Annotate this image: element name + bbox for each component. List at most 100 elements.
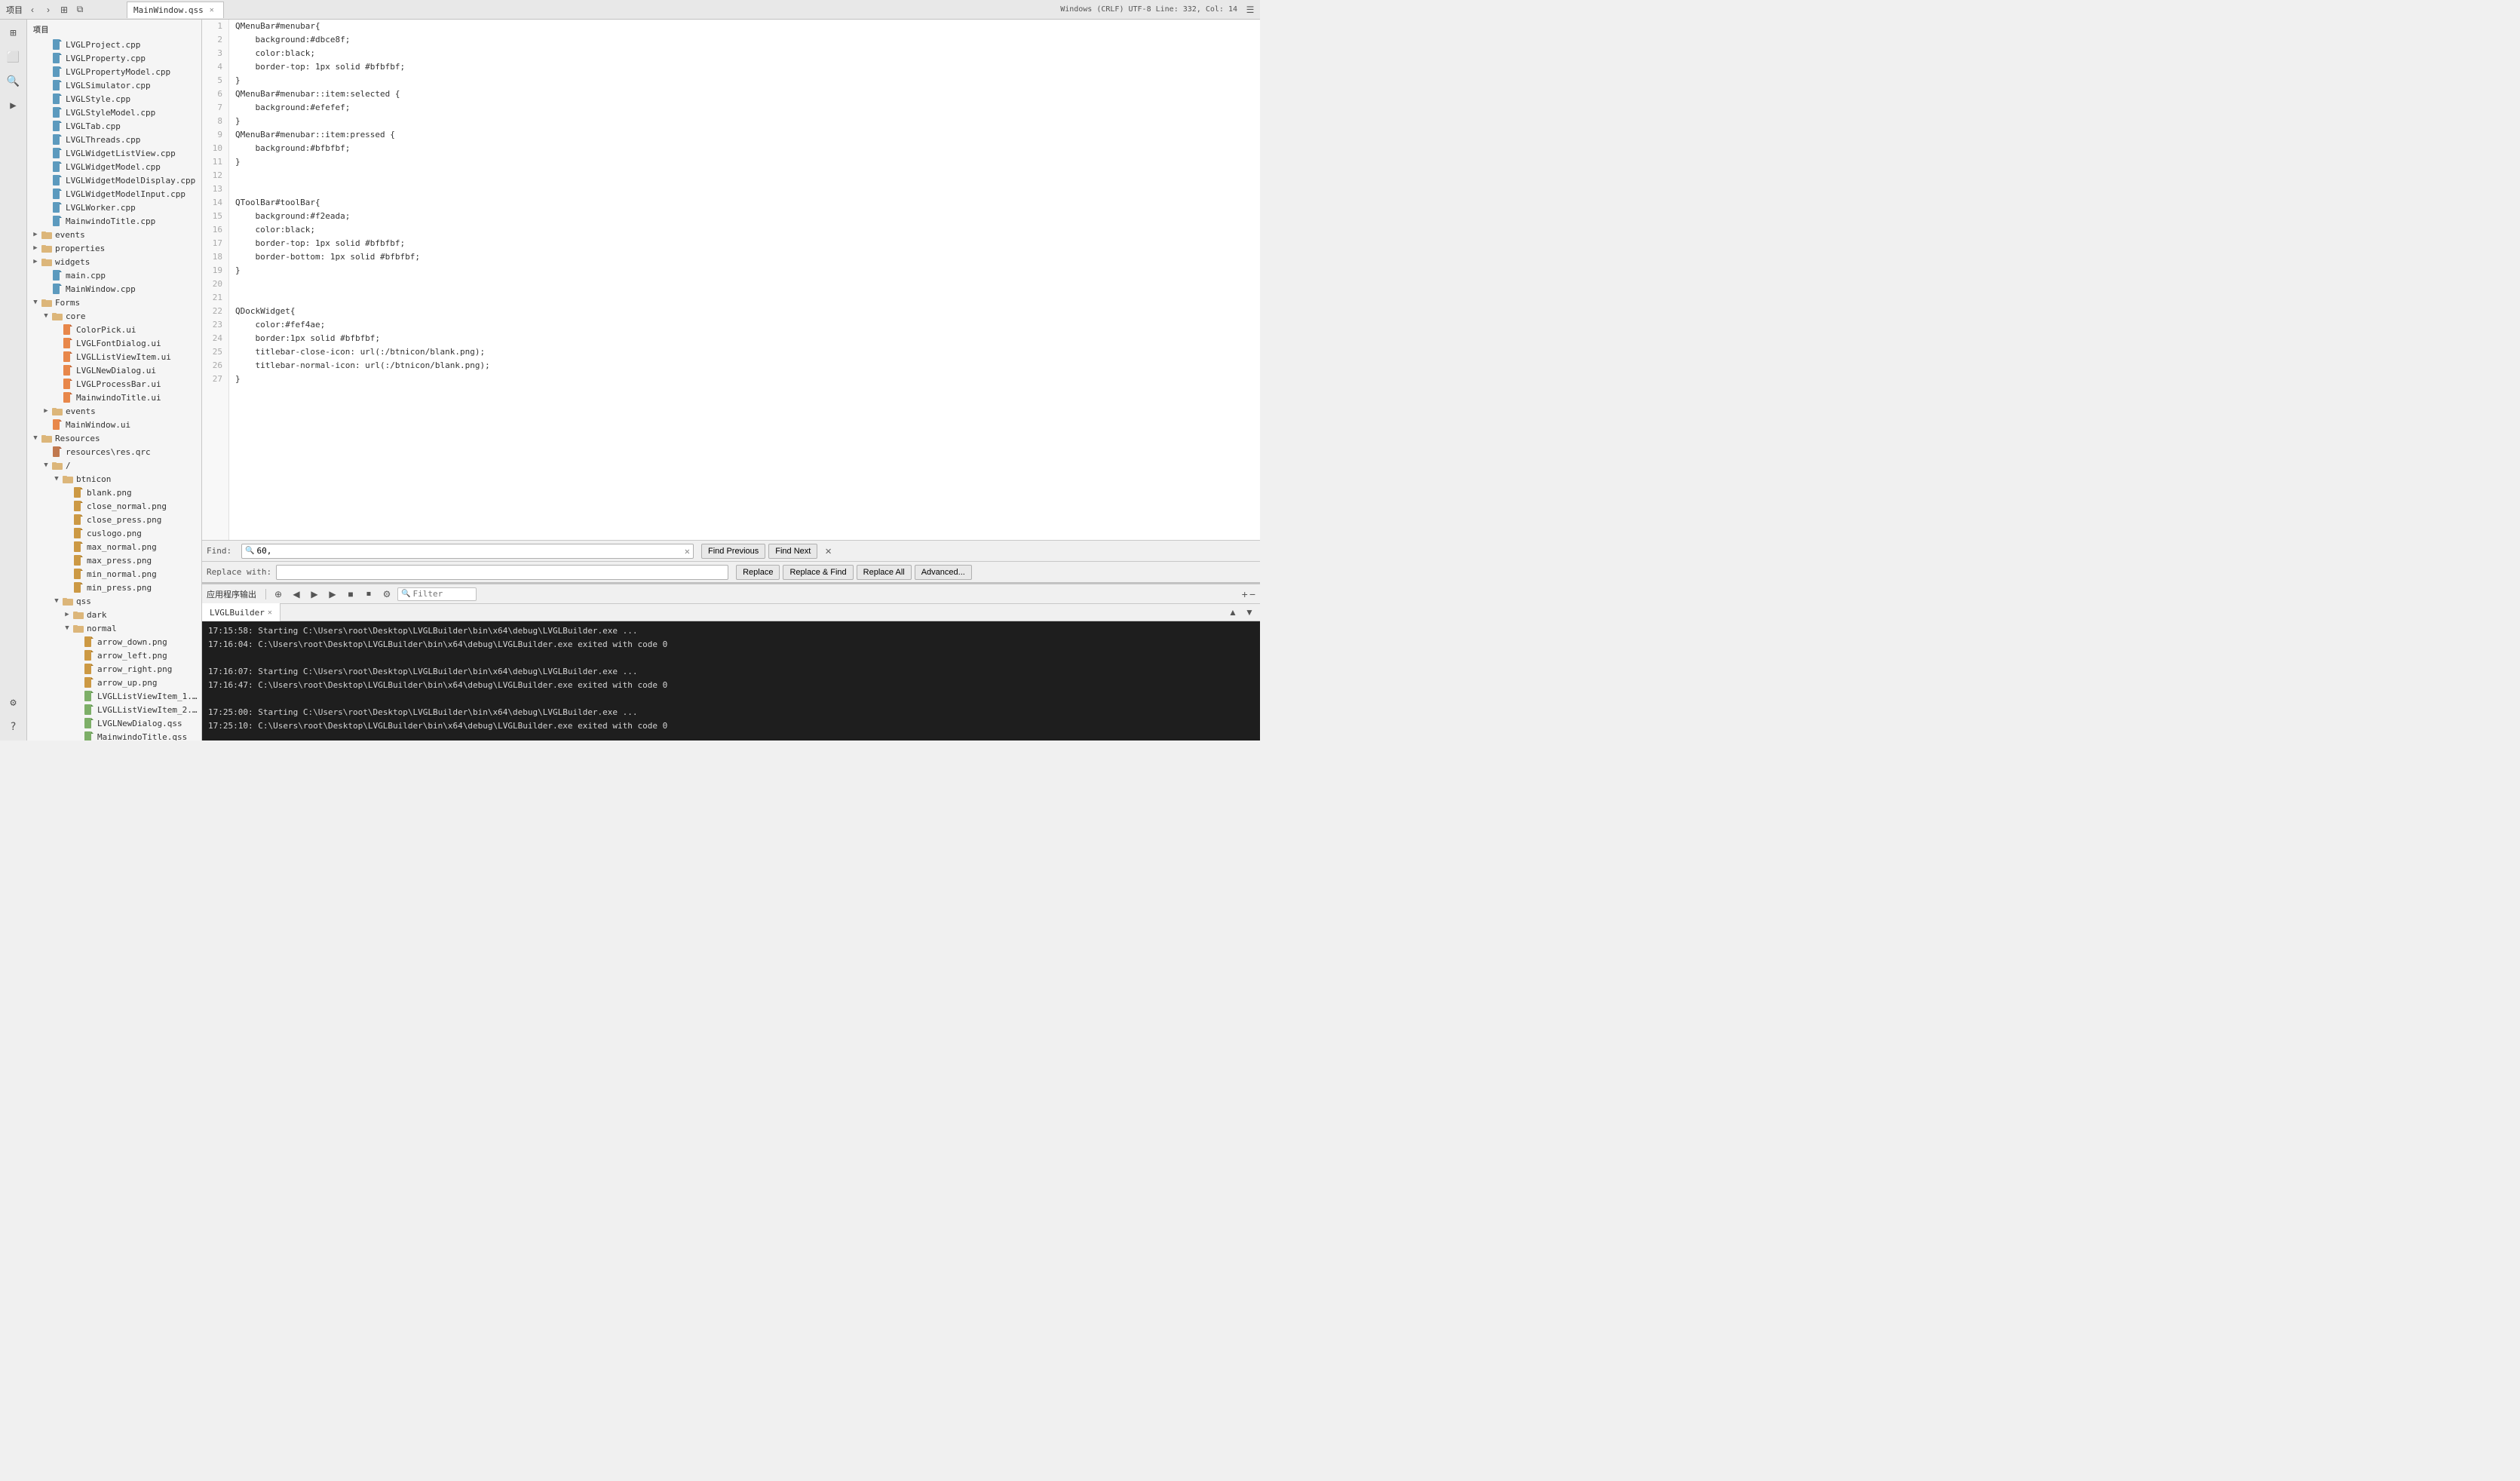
tree-item[interactable]: arrow_down.png xyxy=(27,635,201,649)
file-cpp-icon xyxy=(51,283,63,295)
tree-item[interactable]: LVGLWorker.cpp xyxy=(27,201,201,214)
stop2-btn[interactable]: ⏹ xyxy=(361,587,376,601)
activity-icon-search[interactable]: 🔍 xyxy=(3,71,24,92)
tree-item[interactable]: LVGLWidgetListView.cpp xyxy=(27,146,201,160)
tree-item[interactable]: arrow_left.png xyxy=(27,649,201,662)
tree-item[interactable]: LVGLPropertyModel.cpp xyxy=(27,65,201,78)
activity-icon-help[interactable]: ? xyxy=(3,716,24,737)
tree-item[interactable]: LVGLProcessBar.ui xyxy=(27,377,201,391)
find-close-icon[interactable]: ✕ xyxy=(825,545,831,557)
activity-icon-run[interactable]: ▶ xyxy=(3,95,24,116)
activity-icon-gear[interactable]: ⚙ xyxy=(3,692,24,713)
find-input[interactable] xyxy=(256,546,684,556)
play-btn[interactable]: ▶ xyxy=(325,587,340,601)
tree-item[interactable]: ▼Forms xyxy=(27,296,201,309)
tree-item[interactable]: LVGLTab.cpp xyxy=(27,119,201,133)
tab-close-icon[interactable]: ✕ xyxy=(207,5,217,15)
tree-item[interactable]: LVGLThreads.cpp xyxy=(27,133,201,146)
tree-item[interactable]: ▶widgets xyxy=(27,255,201,268)
run-btn[interactable]: ⊕ xyxy=(271,587,286,601)
tree-item[interactable]: LVGLWidgetModelInput.cpp xyxy=(27,187,201,201)
nav-back-btn[interactable]: ‹ xyxy=(26,3,39,17)
settings-icon[interactable]: ☰ xyxy=(1243,3,1257,17)
find-clear-icon[interactable]: ✕ xyxy=(685,546,690,557)
activity-icon-files[interactable]: ⬜ xyxy=(3,47,24,68)
output-scroll-down-btn[interactable]: ▼ xyxy=(1242,606,1257,619)
tree-item[interactable]: LVGLWidgetModelDisplay.cpp xyxy=(27,173,201,187)
tree-item[interactable]: MainwindoTitle.cpp xyxy=(27,214,201,228)
activity-icon-grid[interactable]: ⊞ xyxy=(3,23,24,44)
tree-item[interactable]: max_normal.png xyxy=(27,540,201,553)
tree-item[interactable]: LVGLStyleModel.cpp xyxy=(27,106,201,119)
tree-item[interactable]: close_normal.png xyxy=(27,499,201,513)
nav-forward-btn[interactable]: › xyxy=(41,3,55,17)
tree-item[interactable]: ColorPick.ui xyxy=(27,323,201,336)
tree-item[interactable]: MainWindow.ui xyxy=(27,418,201,431)
tree-item[interactable]: ▼btnicon xyxy=(27,472,201,486)
tree-item[interactable]: ▶events xyxy=(27,228,201,241)
output-panel[interactable]: 17:15:58: Starting C:\Users\root\Desktop… xyxy=(202,621,1260,740)
tree-item[interactable]: ▼normal xyxy=(27,621,201,635)
stop-btn[interactable]: ■ xyxy=(343,587,358,601)
tree-item[interactable]: MainWindow.cpp xyxy=(27,282,201,296)
tree-item[interactable]: MainwindoTitle.qss xyxy=(27,730,201,740)
tree-item[interactable]: LVGLWidgetModel.cpp xyxy=(27,160,201,173)
tree-item[interactable]: ▶properties xyxy=(27,241,201,255)
tree-item[interactable]: ▶events xyxy=(27,404,201,418)
tree-item[interactable]: ▼Resources xyxy=(27,431,201,445)
tree-item[interactable]: max_press.png xyxy=(27,553,201,567)
tree-item[interactable]: blank.png xyxy=(27,486,201,499)
tree-item[interactable]: arrow_right.png xyxy=(27,662,201,676)
zoom-in-btn[interactable]: + xyxy=(1242,588,1248,600)
split-view-btn[interactable]: ⊞ xyxy=(57,3,71,17)
tree-item[interactable]: LVGLStyle.cpp xyxy=(27,92,201,106)
advanced-button[interactable]: Advanced... xyxy=(915,565,972,580)
tree-item[interactable]: ▶dark xyxy=(27,608,201,621)
tree-item[interactable]: arrow_up.png xyxy=(27,676,201,689)
tree-item[interactable]: LVGLFontDialog.ui xyxy=(27,336,201,350)
tree-item[interactable]: close_press.png xyxy=(27,513,201,526)
tree-item[interactable]: MainwindoTitle.ui xyxy=(27,391,201,404)
tree-item[interactable]: ▼qss xyxy=(27,594,201,608)
tree-item[interactable]: LVGLListViewItem_2.qss xyxy=(27,703,201,716)
replace-all-button[interactable]: Replace All xyxy=(857,565,912,580)
tree-item[interactable]: LVGLListViewItem.ui xyxy=(27,350,201,363)
line-number: 22 xyxy=(208,305,222,318)
tree-item[interactable]: LVGLProject.cpp xyxy=(27,38,201,51)
find-label: Find: xyxy=(207,546,237,556)
replace-and-find-button[interactable]: Replace & Find xyxy=(783,565,853,580)
tree-item[interactable]: ▼/ xyxy=(27,458,201,472)
settings2-btn[interactable]: ⚙ xyxy=(379,587,394,601)
tree-item[interactable]: LVGLProperty.cpp xyxy=(27,51,201,65)
output-scroll-up-btn[interactable]: ▲ xyxy=(1225,606,1240,619)
output-tab-close-icon[interactable]: ✕ xyxy=(268,609,272,617)
code-content[interactable]: QMenuBar#menubar{ background:#dbce8f; co… xyxy=(229,20,1260,540)
replace-button[interactable]: Replace xyxy=(736,565,780,580)
output-tab-lvglbuilder[interactable]: LVGLBuilder ✕ xyxy=(202,603,281,621)
tree-item[interactable]: min_press.png xyxy=(27,581,201,594)
tree-label: btnicon xyxy=(76,474,201,484)
replace-input[interactable] xyxy=(280,567,725,577)
tree-item[interactable]: min_normal.png xyxy=(27,567,201,581)
zoom-out-btn[interactable]: − xyxy=(1249,588,1255,600)
code-line: } xyxy=(235,115,1254,128)
tree-item[interactable]: cuslogo.png xyxy=(27,526,201,540)
tree-item[interactable]: LVGLNewDialog.ui xyxy=(27,363,201,377)
code-editor[interactable]: 1234567891011121314151617181920212223242… xyxy=(202,20,1260,540)
tree-item[interactable]: ▼core xyxy=(27,309,201,323)
tab-mainwindow-qss[interactable]: MainWindow.qss ✕ xyxy=(127,2,224,18)
pause-prev-btn[interactable]: ◀ xyxy=(289,587,304,601)
pause-next-btn[interactable]: ▶ xyxy=(307,587,322,601)
tree-item[interactable]: main.cpp xyxy=(27,268,201,282)
line-number: 9 xyxy=(208,128,222,142)
layout-btn[interactable]: ⧉ xyxy=(73,3,87,17)
find-previous-button[interactable]: Find Previous xyxy=(701,544,765,559)
tree-item[interactable]: LVGLNewDialog.qss xyxy=(27,716,201,730)
tree-item[interactable]: resources\res.qrc xyxy=(27,445,201,458)
filter-input[interactable] xyxy=(412,589,473,599)
tree-label: LVGLWidgetModel.cpp xyxy=(66,162,201,172)
find-next-button[interactable]: Find Next xyxy=(768,544,817,559)
tree-item[interactable]: LVGLListViewItem_1.qss xyxy=(27,689,201,703)
tree-item[interactable]: LVGLSimulator.cpp xyxy=(27,78,201,92)
tree-label: normal xyxy=(87,624,201,633)
